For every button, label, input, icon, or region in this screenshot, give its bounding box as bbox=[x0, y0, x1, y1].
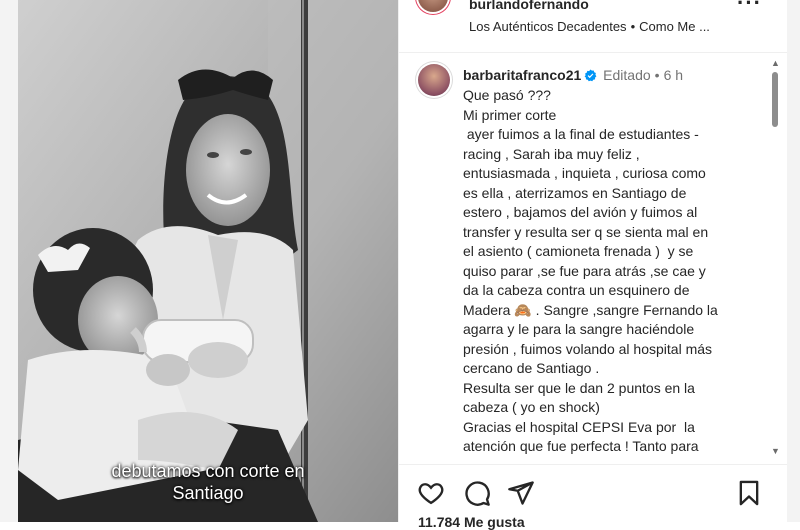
music-title: Como Me ... bbox=[639, 19, 710, 34]
post-header: burlandofernando Los Auténticos Decadent… bbox=[399, 0, 787, 53]
comment-line: Mi primer corte bbox=[463, 106, 557, 123]
video-frame-image bbox=[18, 0, 398, 522]
scrollbar-thumb[interactable] bbox=[772, 72, 778, 127]
music-separator: • bbox=[630, 19, 636, 34]
save-bookmark-icon[interactable] bbox=[735, 479, 763, 507]
music-info[interactable]: Los Auténticos Decadentes • Como Me ... bbox=[469, 19, 710, 34]
post-video[interactable]: debutamos con corte en Santiago bbox=[18, 0, 398, 522]
verified-badge-icon bbox=[584, 68, 597, 88]
comment-line: Gracias el hospital CEPSI Eva por la bbox=[463, 418, 695, 435]
comment-meta: barbaritafranco21 Editado • 6 h bbox=[463, 66, 768, 86]
comment-line: es ella , aterrizamos en Santiago de bbox=[463, 184, 687, 201]
comment-line: cercano de Santiago . bbox=[463, 360, 600, 376]
post-side-panel: burlandofernando Los Auténticos Decadent… bbox=[398, 0, 787, 530]
comment-line: racing , Sarah iba muy feliz , bbox=[463, 145, 640, 162]
scroll-down-icon[interactable]: ▼ bbox=[771, 446, 780, 456]
comment-line: cabeza ( yo en shock) bbox=[463, 399, 600, 415]
comment-line: entusiasmada , inquieta , curiosa como bbox=[463, 165, 706, 181]
comment-time[interactable]: 6 h bbox=[664, 67, 683, 83]
comment-line: da la cabeza contra un esquinero de bbox=[463, 282, 690, 298]
video-caption-line-1: debutamos con corte en bbox=[111, 461, 305, 481]
video-caption-line-2: Santiago bbox=[172, 483, 244, 503]
music-artist: Los Auténticos Decadentes bbox=[469, 19, 627, 34]
comment-line: ayer fuimos a la final de estudiantes - bbox=[463, 126, 699, 142]
video-caption: debutamos con corte en Santiago bbox=[18, 460, 398, 504]
comments-scrollbar[interactable]: ▲ ▼ bbox=[769, 58, 781, 463]
comment-line: quiso parar ,se fue para atrás ,se cae y bbox=[463, 262, 706, 279]
comment-line: presión , fuimos volando al hospital más bbox=[463, 340, 713, 357]
scroll-up-icon[interactable]: ▲ bbox=[771, 58, 780, 68]
comment-line: el asiento ( camioneta frenada ) y se bbox=[463, 243, 694, 259]
comment-line: Resulta ser que le dan 2 puntos en la bbox=[463, 379, 695, 396]
likes-count[interactable]: 11.784 Me gusta bbox=[418, 514, 525, 530]
comment-line: atención que fue perfecta ! Tanto para bbox=[463, 438, 699, 454]
share-paper-plane-icon[interactable] bbox=[507, 479, 535, 507]
commenter-avatar[interactable] bbox=[418, 64, 450, 96]
comment-line: transfer y resulta ser q se sienta mal e… bbox=[463, 223, 709, 240]
comment-line: Madera 🙈 . Sangre ,sangre Fernando la bbox=[463, 301, 718, 318]
right-backdrop bbox=[786, 0, 800, 522]
comment-bubble-icon[interactable] bbox=[463, 479, 491, 507]
caption-comment: barbaritafranco21 Editado • 6 h Que pasó ?… bbox=[463, 66, 768, 456]
more-options-icon[interactable]: ··· bbox=[737, 0, 762, 16]
author-avatar[interactable] bbox=[418, 0, 448, 12]
meta-dot: • bbox=[654, 67, 660, 83]
comment-line: estero , bajamos del avión y fuimos al bbox=[463, 204, 698, 220]
comment-line: Que pasó ??? bbox=[463, 87, 551, 103]
like-heart-icon[interactable] bbox=[417, 479, 445, 507]
edited-label: Editado bbox=[603, 67, 651, 83]
comment-line: agarra y le para la sangre haciéndole bbox=[463, 321, 695, 337]
left-backdrop bbox=[0, 0, 18, 522]
commenter-username[interactable]: barbaritafranco21 bbox=[463, 67, 581, 83]
author-username[interactable]: burlandofernando bbox=[469, 0, 589, 12]
